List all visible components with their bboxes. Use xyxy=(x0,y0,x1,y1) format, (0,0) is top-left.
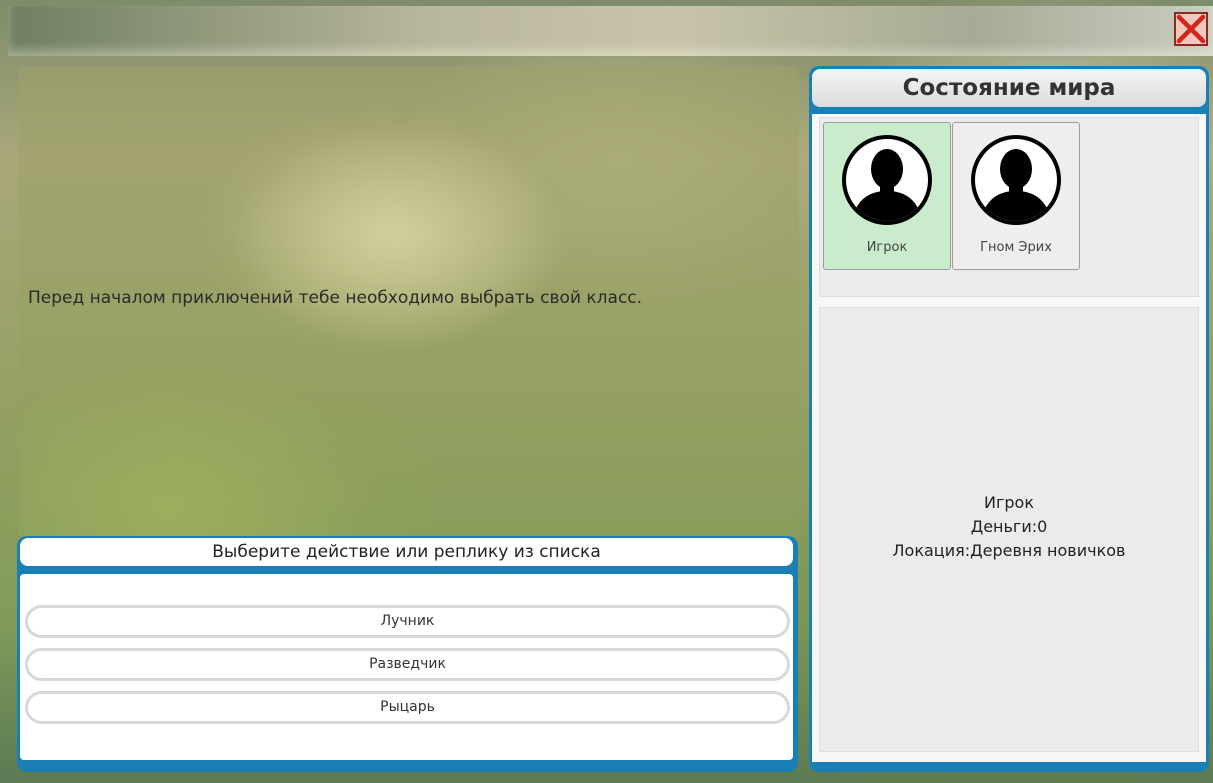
info-money: Деньги:0 xyxy=(820,515,1198,539)
world-state-body: Игрок Гном Эрих Игрок Деньги:0 Локация:Д… xyxy=(812,114,1206,762)
world-state-panel: Состояние мира Игрок Гном Эрих Игрок Ден… xyxy=(809,66,1209,772)
info-name: Игрок xyxy=(984,493,1034,512)
character-info-box: Игрок Деньги:0 Локация:Деревня новичков xyxy=(819,307,1199,752)
close-button[interactable] xyxy=(1174,12,1208,46)
title-bar xyxy=(8,6,1213,56)
info-money-label: Деньги: xyxy=(970,517,1038,536)
character-card-player[interactable]: Игрок xyxy=(823,122,951,270)
person-silhouette-icon xyxy=(842,135,932,225)
story-area: Перед началом приключений тебе необходим… xyxy=(19,66,799,536)
character-name: Гном Эрих xyxy=(980,240,1052,255)
info-location-value: Деревня новичков xyxy=(970,541,1126,560)
info-location: Локация:Деревня новичков xyxy=(820,539,1198,563)
info-location-label: Локация: xyxy=(892,541,971,560)
world-state-title: Состояние мира xyxy=(812,69,1206,107)
character-info: Игрок Деньги:0 Локация:Деревня новичков xyxy=(820,491,1198,563)
action-panel: Выберите действие или реплику из списка … xyxy=(17,536,798,772)
choice-knight-button[interactable]: Рыцарь xyxy=(25,691,790,724)
character-name: Игрок xyxy=(866,240,908,255)
game-window: Перед началом приключений тебе необходим… xyxy=(0,0,1213,783)
close-icon xyxy=(1176,14,1206,44)
choice-list: Лучник Разведчик Рыцарь xyxy=(20,574,793,760)
character-card-gnome-erich[interactable]: Гном Эрих xyxy=(952,122,1080,270)
choice-scout-button[interactable]: Разведчик xyxy=(25,648,790,681)
choice-archer-button[interactable]: Лучник xyxy=(25,605,790,638)
info-money-value: 0 xyxy=(1037,517,1048,536)
story-text: Перед началом приключений тебе необходим… xyxy=(28,288,643,308)
person-silhouette-icon xyxy=(971,135,1061,225)
character-list: Игрок Гном Эрих xyxy=(819,117,1199,297)
action-panel-header: Выберите действие или реплику из списка xyxy=(20,538,793,566)
